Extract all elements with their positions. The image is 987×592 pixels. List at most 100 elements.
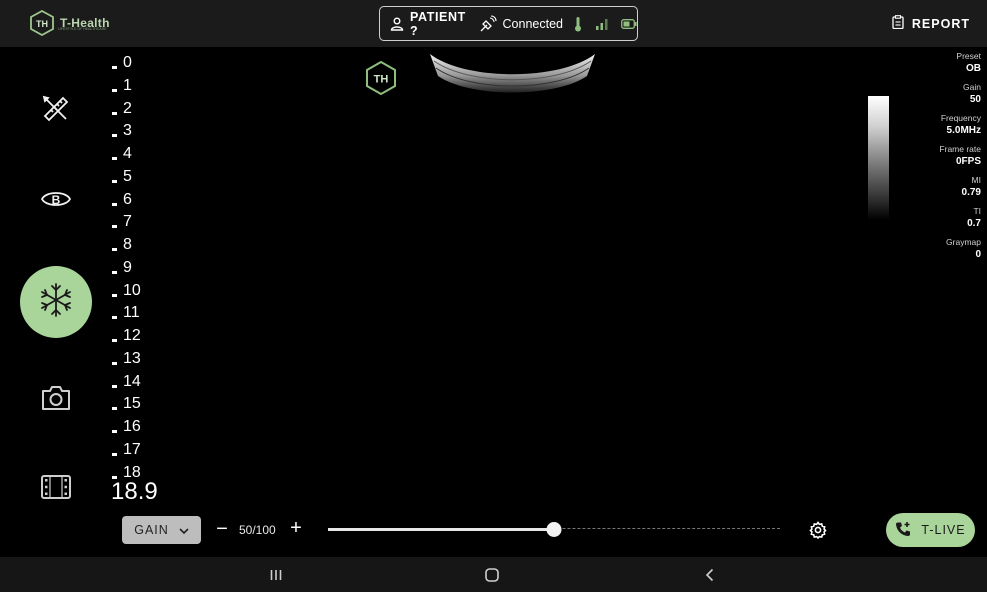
system-nav-bar: [0, 557, 987, 592]
depth-label: 14: [123, 372, 141, 390]
phone-add-icon: [895, 521, 911, 540]
depth-tick-mark: [112, 88, 117, 92]
depth-tick-mark: [112, 111, 117, 115]
param-label: Preset: [956, 51, 981, 61]
capture-button[interactable]: [20, 364, 92, 436]
freeze-button[interactable]: [20, 266, 92, 338]
increase-button[interactable]: +: [286, 517, 306, 540]
depth-tick-mark: [112, 452, 117, 456]
patient-label[interactable]: PATIENT ?: [410, 10, 467, 38]
gain-slider[interactable]: [328, 522, 780, 538]
depth-tick-16: 16: [112, 415, 141, 435]
back-icon[interactable]: [700, 565, 720, 585]
param-value: OB: [966, 63, 981, 74]
slider-thumb[interactable]: [546, 522, 562, 537]
param-frequency: Frequency 5.0MHz: [891, 113, 981, 144]
depth-label: 17: [123, 440, 141, 458]
top-bar: TH T-Health LIFESTYLE OF HEALTHCARE PATI…: [0, 0, 987, 47]
param-graymap: Graymap 0: [891, 237, 981, 268]
ultrasound-sector-image: [425, 46, 600, 106]
depth-tick-13: 13: [112, 347, 141, 367]
logo-monogram: TH: [36, 19, 48, 29]
param-value: 0.79: [961, 187, 981, 198]
depth-tick-11: 11: [112, 301, 140, 321]
report-button[interactable]: REPORT: [892, 15, 970, 32]
gain-value: 50/100: [239, 523, 276, 537]
param-frame-rate: Frame rate 0FPS: [891, 144, 981, 175]
depth-label: 16: [123, 418, 141, 435]
depth-tick-mark: [112, 225, 117, 229]
param-ti: TI 0.7: [891, 206, 981, 237]
depth-max-label: 18.9: [111, 478, 158, 505]
param-value: 0.7: [967, 218, 981, 229]
depth-tick-mark: [112, 202, 117, 206]
probe-icon: [479, 14, 497, 33]
depth-tick-mark: [112, 157, 117, 160]
clipboard-icon: [892, 15, 904, 32]
connection-status: Connected: [502, 16, 563, 31]
chevron-down-icon: [179, 523, 189, 537]
depth-tick-9: 9: [112, 256, 132, 276]
decrease-button[interactable]: −: [212, 518, 232, 541]
param-label: Frame rate: [939, 144, 981, 154]
depth-label: 3: [123, 122, 132, 140]
depth-tick-mark: [112, 293, 117, 297]
depth-tick-mark: [112, 66, 117, 69]
depth-label: 11: [123, 304, 140, 322]
measure-tool-button[interactable]: [20, 75, 92, 147]
depth-tick-mark: [112, 316, 117, 320]
depth-label: 1: [123, 76, 132, 94]
depth-tick-mark: [112, 430, 117, 433]
depth-tick-3: 3: [112, 119, 132, 139]
depth-label: 4: [123, 145, 132, 162]
depth-label: 7: [123, 213, 132, 231]
param-preset: Preset OB: [891, 51, 981, 82]
param-label: Frequency: [940, 113, 981, 123]
param-gain: Gain 50: [891, 82, 981, 113]
grayscale-bar: [868, 96, 889, 220]
patient-status-pill[interactable]: PATIENT ? Connected: [379, 6, 638, 41]
ruler-pencil-icon: [41, 94, 71, 129]
param-value: 5.0MHz: [946, 125, 981, 136]
battery-icon: [621, 18, 637, 29]
svg-text:B: B: [52, 193, 61, 207]
snowflake-icon: [38, 282, 74, 323]
param-label: Gain: [963, 82, 981, 92]
depth-tick-mark: [112, 134, 117, 138]
depth-label: 12: [123, 327, 141, 344]
app-logo: TH T-Health LIFESTYLE OF HEALTHCARE: [30, 9, 110, 37]
home-icon[interactable]: [482, 565, 502, 585]
cine-button[interactable]: [20, 453, 92, 525]
report-label[interactable]: REPORT: [912, 17, 970, 31]
depth-tick-17: 17: [112, 438, 141, 458]
probe-logo-monogram: TH: [374, 74, 389, 86]
t-live-button[interactable]: T-LIVE: [886, 513, 975, 547]
b-mode-icon: B: [40, 187, 72, 216]
depth-label: 15: [123, 395, 141, 413]
param-label: Graymap: [946, 237, 981, 247]
b-mode-button[interactable]: B: [20, 165, 92, 237]
thermometer-icon: [573, 16, 583, 32]
recent-apps-icon[interactable]: [266, 565, 286, 585]
settings-gear-icon[interactable]: [809, 521, 827, 544]
mode-select-label[interactable]: GAIN: [134, 523, 169, 537]
depth-tick-5: 5: [112, 165, 132, 185]
depth-tick-2: 2: [112, 97, 132, 117]
slider-fill: [328, 528, 554, 531]
param-mi: MI 0.79: [891, 175, 981, 206]
depth-label: 9: [123, 258, 132, 276]
depth-tick-12: 12: [112, 324, 141, 344]
depth-label: 13: [123, 349, 141, 367]
mode-select[interactable]: GAIN: [122, 516, 201, 544]
depth-tick-6: 6: [112, 188, 132, 208]
logo-hex-icon: TH: [30, 9, 54, 37]
depth-tick-mark: [112, 407, 117, 411]
person-icon: [390, 17, 404, 31]
depth-tick-0: 0: [112, 51, 132, 71]
t-live-label[interactable]: T-LIVE: [921, 523, 965, 537]
depth-tick-mark: [112, 384, 117, 388]
depth-tick-14: 14: [112, 370, 141, 390]
depth-label: 10: [123, 281, 141, 299]
depth-tick-7: 7: [112, 210, 132, 230]
imaging-parameters: Preset OB Gain 50 Frequency 5.0MHz Frame rate 0…: [891, 51, 981, 268]
